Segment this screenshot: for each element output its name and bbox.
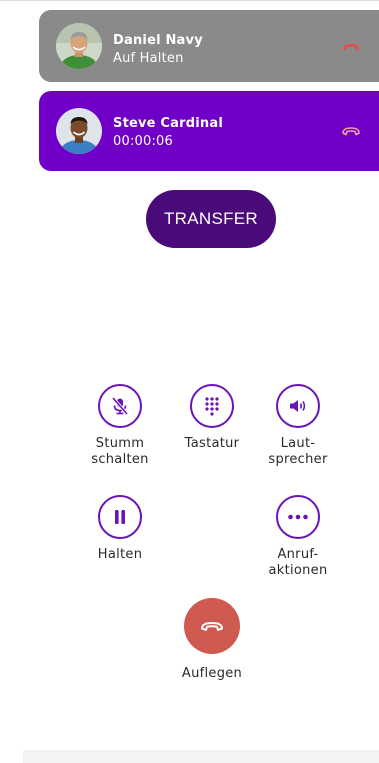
- call-actions-button[interactable]: [276, 495, 320, 539]
- hold-label: Halten: [97, 547, 143, 562]
- speaker-button[interactable]: [276, 384, 320, 428]
- hold-button[interactable]: [98, 495, 142, 539]
- dialpad-icon: [205, 397, 219, 416]
- call-card-active[interactable]: Steve Cardinal 00:00:06: [39, 91, 379, 171]
- hang-up-icon: [201, 622, 223, 631]
- mic-off-icon: [111, 396, 129, 416]
- caller-name: Daniel Navy: [113, 33, 203, 48]
- caller-name: Steve Cardinal: [113, 116, 223, 131]
- call-card-held[interactable]: Daniel Navy Auf Halten: [39, 10, 379, 82]
- hangup-control[interactable]: Auflegen: [167, 598, 257, 682]
- speaker-control[interactable]: Laut- sprecher: [253, 384, 343, 468]
- mute-control[interactable]: Stumm schalten: [75, 384, 165, 468]
- mute-button[interactable]: [98, 384, 142, 428]
- transfer-button[interactable]: TRANSFER: [146, 190, 276, 248]
- bottom-bar: [23, 750, 379, 763]
- more-icon: [288, 514, 308, 520]
- mute-label: Stumm schalten: [91, 436, 149, 467]
- hold-control[interactable]: Halten: [75, 495, 165, 563]
- hangup-button[interactable]: [184, 598, 240, 654]
- call-actions-control[interactable]: Anruf- aktionen: [253, 495, 343, 579]
- hang-up-icon[interactable]: [341, 125, 361, 137]
- top-divider: [0, 0, 379, 1]
- call-actions-label: Anruf- aktionen: [268, 547, 328, 578]
- avatar: [56, 23, 102, 69]
- avatar: [56, 108, 102, 154]
- call-screen: Daniel Navy Auf Halten Steve Cardinal 00…: [0, 0, 379, 763]
- speaker-label: Laut- sprecher: [268, 436, 328, 467]
- pause-icon: [115, 510, 125, 524]
- hangup-label: Auflegen: [181, 666, 243, 681]
- keypad-button[interactable]: [190, 384, 234, 428]
- keypad-label: Tastatur: [184, 436, 240, 451]
- call-status: Auf Halten: [113, 51, 184, 66]
- hang-up-icon[interactable]: [341, 41, 361, 53]
- keypad-control[interactable]: Tastatur: [167, 384, 257, 452]
- speaker-icon: [290, 400, 306, 412]
- call-timer: 00:00:06: [113, 134, 173, 149]
